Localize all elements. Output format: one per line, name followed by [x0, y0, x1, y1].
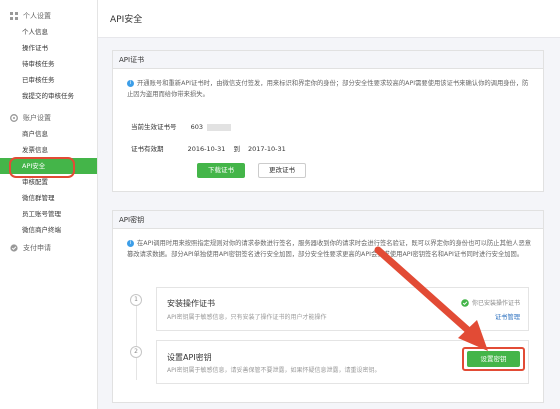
cert-validity-label: 证书有效期 [131, 145, 164, 153]
section-payment-apply[interactable]: 支付申请 [0, 240, 97, 256]
sidebar-item-merchant-info[interactable]: 商户信息 [0, 126, 97, 142]
cert-serial-row: 当前生效证书号 603 [131, 121, 232, 131]
cert-serial-label: 当前生效证书号 [131, 123, 177, 131]
step-timeline-line [136, 300, 137, 380]
api-cert-panel: API证书 i 开通账号和重新API证书时，由微信支付签发，用来标识和界定你的身份… [112, 50, 544, 192]
sidebar-item-pending-tasks[interactable]: 待审核任务 [0, 56, 97, 72]
step-title: 安装操作证书 [167, 299, 215, 308]
download-cert-button[interactable]: 下载证书 [197, 163, 245, 178]
cert-validity-from: 2016-10-31 [187, 145, 226, 153]
key-notice-text: 在API调用时用来按照指定规则对你的请求参数进行签名，服务器收到你的请求时会进行… [127, 240, 532, 258]
highlight-annotation-api-security [9, 157, 75, 178]
cert-manage-link[interactable]: 证书管理 [495, 312, 520, 321]
step-number: 1 [130, 294, 142, 306]
sidebar-item-my-submitted-tasks[interactable]: 我提交的审核任务 [0, 88, 97, 104]
check-circle-icon [10, 244, 18, 252]
status-text: 你已安装操作证书 [471, 300, 520, 307]
step-title: 设置API密钥 [167, 353, 212, 362]
change-cert-button[interactable]: 更改证书 [258, 163, 306, 178]
sidebar-item-personal-info[interactable]: 个人信息 [0, 24, 97, 40]
cert-notice: i 开通账号和重新API证书时，由微信支付签发，用来标识和界定你的身份；部分安全性… [127, 78, 532, 100]
highlight-annotation-set-key [462, 347, 525, 371]
panel-title: API密钥 [113, 211, 543, 229]
cert-validity-row: 证书有效期 2016-10-31 到 2017-10-31 [131, 143, 286, 153]
sidebar: 个人设置 个人信息 操作证书 待审核任务 已审核任务 我提交的审核任务 账户设置… [0, 0, 98, 409]
sidebar-item-wechat-group[interactable]: 微信群管理 [0, 190, 97, 206]
cert-notice-text: 开通账号和重新API证书时，由微信支付签发，用来标识和界定你的身份；部分安全性要… [127, 80, 529, 98]
info-icon: i [127, 239, 134, 247]
key-notice: i 在API调用时用来按照指定规则对你的请求参数进行签名，服务器收到你的请求时会进… [127, 238, 537, 260]
section-title: 个人设置 [23, 12, 51, 20]
redacted-block [207, 123, 232, 131]
step-desc: API密钥属于敏感信息，请妥善保管不要泄露，如果怀疑信息泄露，请重设密钥。 [167, 367, 381, 374]
step-install-cert: 安装操作证书 API密钥属于敏感信息，只有安装了操作证书的用户才能操作 你已安装… [156, 287, 529, 331]
step-number: 2 [130, 346, 142, 358]
cert-validity-to: 2017-10-31 [248, 145, 286, 153]
sidebar-item-merchant-terminal[interactable]: 微信商户终端 [0, 222, 97, 238]
sidebar-item-reviewed-tasks[interactable]: 已审核任务 [0, 72, 97, 88]
cert-serial-value: 603 [190, 123, 203, 131]
panel-title: API证书 [113, 51, 543, 69]
cert-validity-to-word: 到 [233, 145, 240, 153]
section-title: 支付申请 [23, 244, 51, 252]
grid-icon [10, 12, 18, 20]
section-account-settings: 账户设置 [0, 110, 97, 126]
gear-icon [10, 114, 18, 122]
section-title: 账户设置 [23, 114, 51, 122]
sidebar-item-invoice-info[interactable]: 发票信息 [0, 142, 97, 158]
check-circle-icon [461, 298, 469, 307]
cert-installed-status: 你已安装操作证书 [461, 298, 520, 307]
page-title: API安全 [98, 0, 560, 38]
sidebar-item-operation-cert[interactable]: 操作证书 [0, 40, 97, 56]
section-personal-settings: 个人设置 [0, 8, 97, 24]
info-icon: i [127, 79, 134, 87]
sidebar-item-staff-accounts[interactable]: 员工账号管理 [0, 206, 97, 222]
step-desc: API密钥属于敏感信息，只有安装了操作证书的用户才能操作 [167, 314, 327, 321]
